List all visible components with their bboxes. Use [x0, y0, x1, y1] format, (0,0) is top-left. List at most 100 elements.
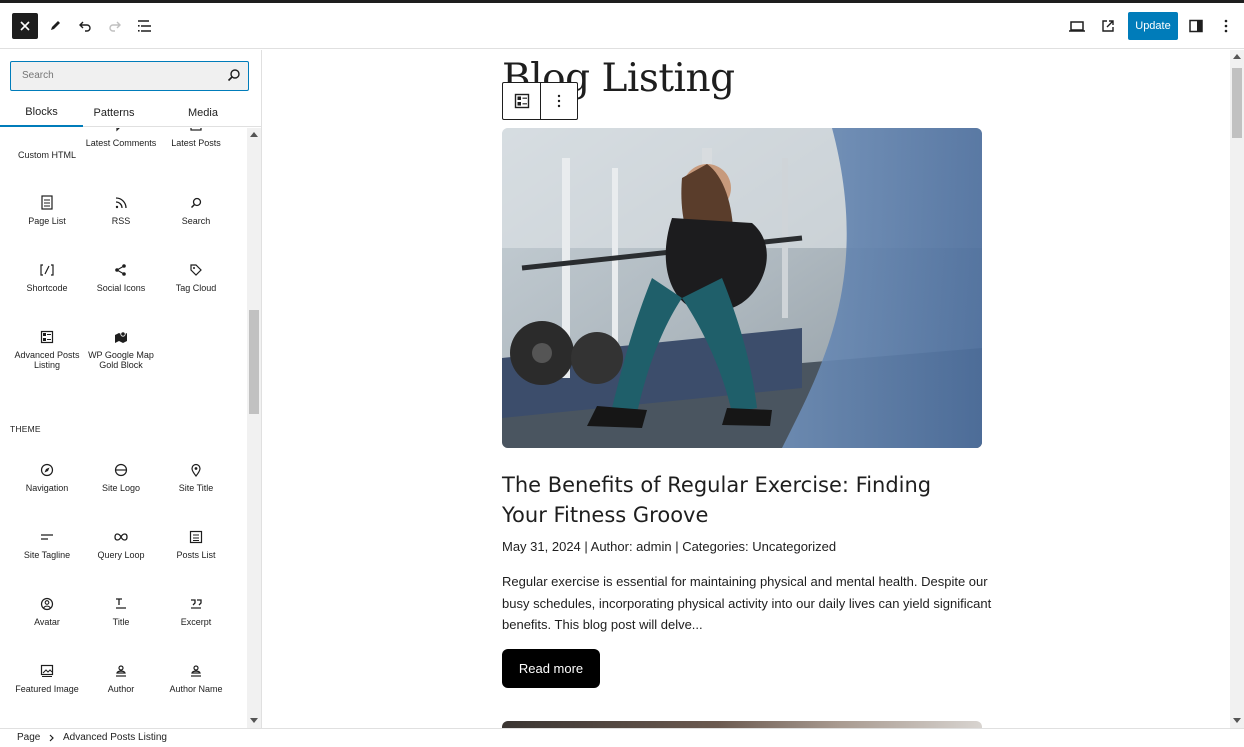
scrollbar-thumb[interactable] — [249, 310, 259, 414]
close-inserter-button[interactable] — [12, 13, 38, 39]
map-icon — [84, 326, 158, 348]
inserter-scrollbar[interactable] — [247, 128, 261, 728]
posts-listing-icon — [514, 93, 529, 109]
preview-button[interactable] — [1064, 13, 1090, 39]
block-site-title[interactable]: Site Title — [159, 459, 233, 493]
document-overview-button[interactable] — [132, 13, 158, 39]
more-vertical-icon — [557, 94, 561, 108]
canvas-scrollbar[interactable] — [1230, 50, 1244, 728]
block-latest-posts[interactable]: Latest Posts — [159, 128, 233, 148]
shortcode-icon — [10, 259, 84, 281]
editor-canvas: Blog Listing The Benefits of Regular Exe… — [262, 50, 1230, 728]
featured-image[interactable] — [502, 128, 982, 448]
list-icon — [159, 526, 233, 548]
author-icon — [84, 660, 158, 682]
next-post-image — [502, 721, 982, 728]
block-list: Custom HTML Latest Comments Latest Posts… — [0, 128, 247, 728]
settings-button[interactable] — [1183, 13, 1209, 39]
gym-photo — [502, 128, 982, 448]
map-pin-icon — [159, 459, 233, 481]
tab-blocks[interactable]: Blocks — [0, 98, 83, 127]
share-icon — [84, 259, 158, 281]
tools-button[interactable] — [42, 13, 68, 39]
block-social-icons[interactable]: Social Icons — [84, 259, 158, 293]
block-title[interactable]: Title — [84, 593, 158, 627]
block-site-logo[interactable]: Site Logo — [84, 459, 158, 493]
posts-listing-icon — [10, 326, 84, 348]
post-excerpt: Regular exercise is essential for mainta… — [502, 574, 992, 632]
scroll-down-arrow-icon[interactable] — [1233, 718, 1241, 723]
block-advanced-posts-listing[interactable]: Advanced Posts Listing — [10, 326, 84, 370]
update-button[interactable]: Update — [1128, 12, 1178, 40]
author-name-icon — [159, 660, 233, 682]
block-site-tagline[interactable]: Site Tagline — [10, 526, 84, 560]
scroll-up-arrow-icon[interactable] — [1233, 54, 1241, 59]
block-navigation[interactable]: Navigation — [10, 459, 84, 493]
block-tag-cloud[interactable]: Tag Cloud — [159, 259, 233, 293]
block-excerpt[interactable]: Excerpt — [159, 593, 233, 627]
block-toolbar — [502, 82, 578, 120]
block-featured-image[interactable]: Featured Image — [10, 660, 84, 694]
search-icon — [227, 69, 240, 82]
posts-icon — [159, 128, 233, 136]
post-meta: May 31, 2024 | Author: admin | Categorie… — [502, 539, 837, 554]
quote-icon — [159, 593, 233, 615]
sidebar-toggle-icon — [1189, 19, 1203, 33]
block-search[interactable]: Search — [159, 192, 233, 226]
block-inserter: Blocks Patterns Media Custom HTML Latest… — [0, 50, 262, 728]
block-posts-list[interactable]: Posts List — [159, 526, 233, 560]
page-list-icon — [10, 192, 84, 214]
post-title[interactable]: The Benefits of Regular Exercise: Findin… — [502, 470, 982, 530]
comment-icon — [84, 128, 158, 136]
block-wp-google-map[interactable]: WP Google Map Gold Block — [84, 326, 158, 370]
close-icon — [20, 21, 30, 31]
view-page-button[interactable] — [1095, 13, 1121, 39]
rss-icon — [84, 192, 158, 214]
tab-patterns[interactable]: Patterns — [83, 98, 145, 127]
block-latest-comments[interactable]: Latest Comments — [84, 128, 158, 148]
block-page-list[interactable]: Page List — [10, 192, 84, 226]
block-author[interactable]: Author — [84, 660, 158, 694]
breadcrumb-page[interactable]: Page — [17, 732, 40, 743]
scroll-up-arrow-icon[interactable] — [250, 132, 258, 137]
desktop-icon — [1069, 21, 1085, 32]
html-icon — [10, 128, 84, 136]
pencil-icon — [51, 21, 60, 30]
chevron-right-icon — [49, 732, 55, 745]
search-icon — [159, 192, 233, 214]
undo-button[interactable] — [72, 13, 98, 39]
editor-header: Update — [0, 3, 1244, 49]
search-input[interactable] — [11, 62, 221, 89]
redo-icon — [109, 21, 121, 32]
inserter-tabs: Blocks Patterns Media — [0, 98, 261, 127]
avatar-icon — [10, 593, 84, 615]
title-icon — [84, 593, 158, 615]
undo-icon — [79, 21, 91, 32]
block-custom-html[interactable]: Custom HTML — [10, 128, 84, 160]
redo-button[interactable] — [102, 13, 128, 39]
site-logo-icon — [84, 459, 158, 481]
tab-media[interactable]: Media — [172, 98, 234, 127]
breadcrumb: Page Advanced Posts Listing — [0, 728, 1244, 747]
tag-icon — [159, 259, 233, 281]
block-shortcode[interactable]: Shortcode — [10, 259, 84, 293]
options-button[interactable] — [1213, 13, 1239, 39]
block-query-loop[interactable]: Query Loop — [84, 526, 158, 560]
section-title-theme: THEME — [10, 424, 41, 434]
canvas-scrollbar-thumb[interactable] — [1232, 68, 1242, 138]
list-view-icon — [138, 20, 151, 32]
block-avatar[interactable]: Avatar — [10, 593, 84, 627]
breadcrumb-current-block[interactable]: Advanced Posts Listing — [63, 732, 167, 743]
loop-icon — [84, 526, 158, 548]
inserter-search — [10, 61, 249, 91]
external-link-icon — [1102, 20, 1114, 32]
block-rss[interactable]: RSS — [84, 192, 158, 226]
block-author-name[interactable]: Author Name — [159, 660, 233, 694]
read-more-button[interactable]: Read more — [502, 649, 600, 688]
more-vertical-icon — [1224, 19, 1228, 33]
block-options-button[interactable] — [540, 83, 577, 119]
scroll-down-arrow-icon[interactable] — [250, 718, 258, 723]
tagline-icon — [10, 526, 84, 548]
block-type-button[interactable] — [503, 83, 540, 119]
compass-icon — [10, 459, 84, 481]
